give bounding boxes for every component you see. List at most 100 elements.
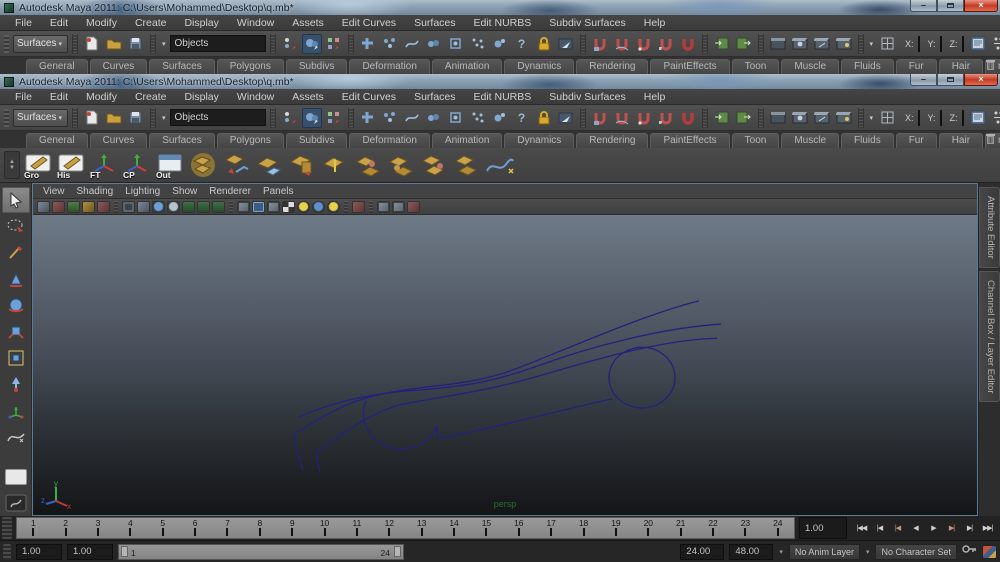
shelf-tab[interactable]: Muscle bbox=[781, 133, 839, 148]
playback-start-field[interactable]: 1.00 bbox=[67, 544, 113, 560]
frame-cell[interactable]: 4 bbox=[114, 518, 146, 538]
2d-pan-zoom-icon[interactable] bbox=[97, 201, 110, 213]
select-component-mode-icon[interactable] bbox=[324, 108, 344, 128]
single-pane-layout-button[interactable] bbox=[2, 464, 30, 489]
frame-cell[interactable]: 3 bbox=[82, 518, 114, 538]
trash-icon[interactable] bbox=[985, 132, 996, 150]
viewport-canvas[interactable]: y x z persp bbox=[33, 215, 977, 515]
shelf-tab[interactable]: Fluids bbox=[841, 59, 894, 74]
menu-item[interactable]: Surfaces bbox=[405, 91, 464, 103]
select-miscellaneous-mask-icon[interactable]: ? bbox=[512, 34, 532, 54]
snap-to-curves-icon[interactable] bbox=[612, 34, 632, 54]
shelf-tab[interactable]: Hair bbox=[939, 59, 983, 74]
rotate-tool[interactable] bbox=[2, 292, 30, 317]
menu-item[interactable]: Help bbox=[635, 17, 675, 29]
film-gate-icon[interactable] bbox=[122, 201, 135, 213]
frame-cell[interactable]: 14 bbox=[438, 518, 470, 538]
shelf-tab[interactable]: Muscle bbox=[781, 59, 839, 74]
frame-cell[interactable]: 1 bbox=[17, 518, 49, 538]
character-set-dropdown[interactable]: No Character Set bbox=[875, 544, 957, 560]
timeline-grip[interactable] bbox=[2, 517, 12, 539]
shelf-tab[interactable]: Subdivs bbox=[286, 59, 348, 74]
universal-manipulator-tool[interactable] bbox=[2, 345, 30, 370]
panel-menu-item[interactable]: Show bbox=[172, 186, 207, 197]
use-default-material-icon[interactable] bbox=[282, 201, 295, 213]
textured-icon[interactable] bbox=[267, 201, 280, 213]
select-rendering-mask-icon[interactable] bbox=[490, 108, 510, 128]
frame-cell[interactable]: 10 bbox=[308, 518, 340, 538]
shelf-item-poly-merge[interactable] bbox=[353, 150, 383, 180]
playback-button[interactable]: ▶| bbox=[943, 519, 960, 537]
lighting-selected-icon[interactable] bbox=[327, 201, 340, 213]
shelf-item-group[interactable]: Gro bbox=[23, 150, 53, 180]
menu-item[interactable]: Edit bbox=[41, 17, 77, 29]
xray-joints-icon[interactable] bbox=[392, 201, 405, 213]
window-titlebar[interactable]: Autodesk Maya 2011: C:\Users\Mohammed\De… bbox=[0, 0, 1000, 15]
show-manipulator-tool[interactable] bbox=[2, 398, 30, 423]
menu-item[interactable]: Help bbox=[635, 91, 675, 103]
menu-item[interactable]: Window bbox=[228, 91, 283, 103]
frame-ruler[interactable]: 1 2 3 4 5 6 7 8 bbox=[16, 517, 795, 539]
shelf-tab[interactable]: Fur bbox=[896, 59, 937, 74]
frame-cell[interactable]: 22 bbox=[697, 518, 729, 538]
menu-item[interactable]: File bbox=[6, 91, 41, 103]
playback-button[interactable]: |◀◀ bbox=[853, 519, 870, 537]
ipr-render-icon[interactable] bbox=[812, 108, 832, 128]
menu-item[interactable]: Modify bbox=[77, 17, 126, 29]
frame-cell[interactable]: 20 bbox=[632, 518, 664, 538]
frame-cell[interactable]: 15 bbox=[470, 518, 502, 538]
shelf-item-poly-extrude[interactable] bbox=[287, 150, 317, 180]
menu-item[interactable]: Create bbox=[126, 91, 176, 103]
select-curves-mask-icon[interactable] bbox=[402, 108, 422, 128]
safe-action-icon[interactable] bbox=[182, 201, 195, 213]
shelf-tab[interactable]: Deformation bbox=[349, 133, 429, 148]
panel-menu-item[interactable]: Renderer bbox=[209, 186, 261, 197]
smooth-shade-icon[interactable] bbox=[252, 201, 265, 213]
bookmark-icon[interactable] bbox=[67, 201, 80, 213]
frame-cell[interactable]: 2 bbox=[49, 518, 81, 538]
save-scene-icon[interactable] bbox=[126, 108, 146, 128]
select-dynamics-mask-icon[interactable] bbox=[468, 108, 488, 128]
playback-end-field[interactable]: 24.00 bbox=[680, 544, 724, 560]
select-dynamics-mask-icon[interactable] bbox=[468, 34, 488, 54]
y-coordinate-input[interactable] bbox=[940, 110, 942, 126]
panel-menu-item[interactable]: View bbox=[43, 186, 75, 197]
select-hierarchy-icon[interactable] bbox=[280, 108, 300, 128]
frame-cell[interactable]: 12 bbox=[373, 518, 405, 538]
render-view-icon[interactable] bbox=[768, 34, 788, 54]
frame-cell[interactable]: 5 bbox=[147, 518, 179, 538]
menu-item[interactable]: Display bbox=[175, 91, 227, 103]
persp-outliner-layout-button[interactable] bbox=[2, 491, 30, 516]
output-connections-icon[interactable] bbox=[734, 108, 754, 128]
select-curves-mask-icon[interactable] bbox=[402, 34, 422, 54]
close-button[interactable]: × bbox=[964, 0, 998, 12]
tab-channel-box-layer-editor[interactable]: Channel Box / Layer Editor bbox=[979, 271, 1000, 403]
shelf-item-history[interactable]: His bbox=[56, 150, 86, 180]
plugin-shapes-icon[interactable] bbox=[407, 201, 420, 213]
shelf-tab[interactable]: Polygons bbox=[217, 59, 284, 74]
tab-attribute-editor[interactable]: Attribute Editor bbox=[979, 187, 1000, 268]
open-scene-icon[interactable] bbox=[104, 34, 124, 54]
select-handles-mask-icon[interactable] bbox=[380, 108, 400, 128]
select-miscellaneous-mask-icon[interactable]: ? bbox=[512, 108, 532, 128]
frame-cell[interactable]: 24 bbox=[762, 518, 794, 538]
shelf-tab-switcher[interactable]: ▲▼ bbox=[4, 151, 20, 179]
shelf-item-poly-sphere[interactable] bbox=[188, 150, 218, 180]
shelf-item-center-pivot[interactable]: CP bbox=[122, 150, 152, 180]
frame-cell[interactable]: 9 bbox=[276, 518, 308, 538]
shelf-tab[interactable]: Rendering bbox=[576, 59, 648, 74]
shelf-item-poly-split[interactable] bbox=[452, 150, 482, 180]
menuset-dropdown[interactable]: Surfaces ▾ bbox=[13, 109, 68, 127]
wireframe-icon[interactable] bbox=[237, 201, 250, 213]
shelf-tab[interactable]: Toon bbox=[732, 59, 780, 74]
range-end-handle[interactable] bbox=[394, 546, 401, 557]
lasso-select-tool[interactable] bbox=[2, 214, 30, 239]
playback-button[interactable]: ▶▶| bbox=[979, 519, 996, 537]
shelf-item-poly-combine[interactable] bbox=[419, 150, 449, 180]
current-frame-field[interactable]: 1.00 bbox=[799, 517, 847, 539]
shelf-tab[interactable]: General bbox=[26, 133, 88, 148]
minimize-button[interactable]: – bbox=[910, 0, 937, 12]
playback-button[interactable]: ▶ bbox=[925, 519, 942, 537]
snap-to-points-icon[interactable] bbox=[634, 108, 654, 128]
menu-item[interactable]: Subdiv Surfaces bbox=[540, 91, 634, 103]
